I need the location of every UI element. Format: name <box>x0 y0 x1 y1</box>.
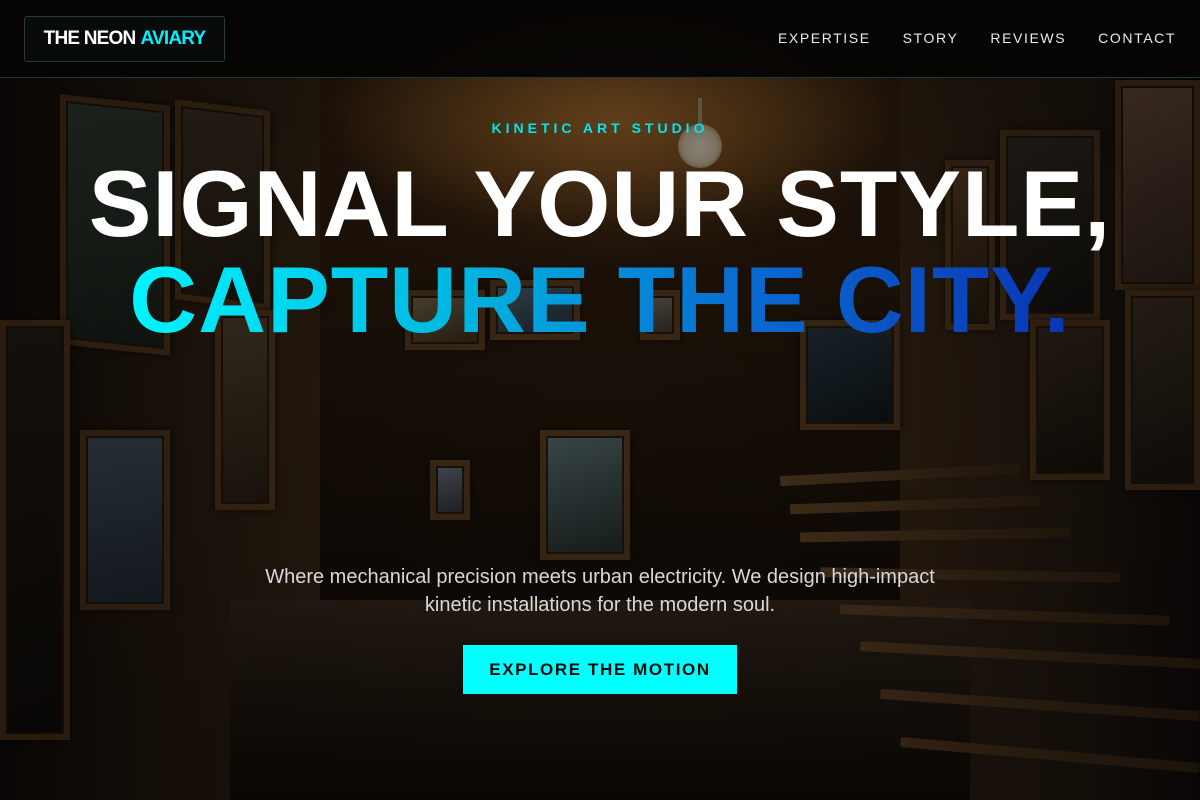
brand-name-primary: THE NEON <box>43 28 137 49</box>
brand-name-accent: AVIARY <box>140 28 206 49</box>
headline-line-1: SIGNAL YOUR STYLE, <box>88 151 1112 256</box>
nav-link-story[interactable]: STORY <box>903 30 959 46</box>
main-nav: EXPERTISE STORY REVIEWS CONTACT <box>778 30 1176 46</box>
explore-motion-button[interactable]: EXPLORE THE MOTION <box>463 645 737 694</box>
hero-section: KINETIC ART STUDIO SIGNAL YOUR STYLE, CA… <box>0 78 1200 800</box>
hero-eyebrow: KINETIC ART STUDIO <box>491 120 709 136</box>
hero-headline: SIGNAL YOUR STYLE, CAPTURE THE CITY. <box>0 156 1200 348</box>
headline-line-2: CAPTURE THE CITY. <box>129 247 1071 352</box>
nav-link-reviews[interactable]: REVIEWS <box>990 30 1066 46</box>
hero-subtext: Where mechanical precision meets urban e… <box>265 566 935 616</box>
nav-link-contact[interactable]: CONTACT <box>1098 30 1176 46</box>
brand-logo[interactable]: THE NEON AVIARY <box>24 16 225 62</box>
site-header: THE NEON AVIARY EXPERTISE STORY REVIEWS … <box>0 0 1200 78</box>
nav-link-expertise[interactable]: EXPERTISE <box>778 30 871 46</box>
